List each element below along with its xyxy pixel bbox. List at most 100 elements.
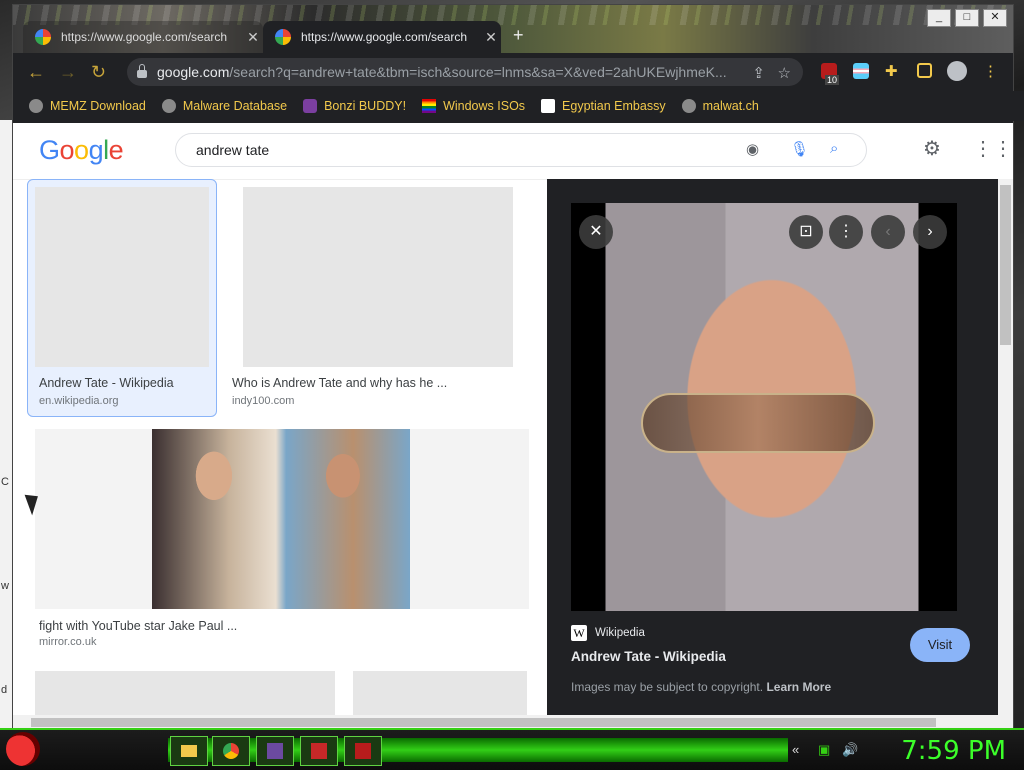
- maximize-button[interactable]: □: [955, 9, 979, 27]
- reload-icon[interactable]: ↻: [91, 62, 106, 83]
- preview-image[interactable]: ✕ ⊡ ⋮ ‹ ›: [571, 203, 957, 611]
- tab-title: https://www.google.com/search: [301, 30, 468, 44]
- new-tab-button[interactable]: +: [513, 25, 524, 46]
- result-source[interactable]: indy100.com: [232, 395, 294, 407]
- preview-site-name: Wikipedia: [595, 627, 645, 639]
- wikipedia-icon: W: [571, 625, 587, 641]
- menu-kebab-icon[interactable]: ⋮: [983, 62, 998, 80]
- result-thumbnail-frame: [35, 429, 529, 609]
- image-result-card[interactable]: Who is Andrew Tate and why has he ... in…: [227, 179, 537, 415]
- more-options-icon[interactable]: ⋮: [829, 215, 863, 249]
- copyright-note: Images may be subject to copyright. Lear…: [571, 680, 957, 694]
- previous-image-icon[interactable]: ‹: [871, 215, 905, 249]
- web-page: Google andrew tate ◉ 🎙 ⌕ ⚙ ⋮⋮ Andrew Tat…: [13, 123, 1013, 729]
- volume-icon[interactable]: 🔊: [842, 742, 858, 758]
- preview-site[interactable]: W Wikipedia: [571, 625, 957, 641]
- app-icon[interactable]: [256, 736, 294, 766]
- next-image-icon[interactable]: ›: [913, 215, 947, 249]
- lock-icon: [137, 64, 147, 78]
- address-bar[interactable]: google.com/search?q=andrew+tate&tbm=isch…: [127, 58, 803, 86]
- google-favicon-icon: [275, 29, 291, 45]
- logo-letter: o: [59, 135, 75, 165]
- minimize-button[interactable]: _: [927, 9, 951, 27]
- result-thumbnail[interactable]: [243, 187, 513, 367]
- result-caption[interactable]: fight with YouTube star Jake Paul ...: [39, 619, 237, 633]
- search-input[interactable]: andrew tate ◉ 🎙 ⌕: [175, 133, 867, 167]
- window-controls: _ □ ✕: [927, 9, 1007, 27]
- result-source[interactable]: mirror.co.uk: [39, 636, 96, 648]
- browser-toolbar: ← → ↻ google.com/search?q=andrew+tate&tb…: [13, 53, 1013, 91]
- logo-letter: G: [39, 135, 60, 165]
- image-result-card[interactable]: Andrew Tate - Wikipedia en.wikipedia.org: [27, 179, 217, 417]
- close-window-button[interactable]: ✕: [983, 9, 1007, 27]
- taskbar-clock[interactable]: 7:59 PM: [901, 736, 1006, 766]
- search-icon[interactable]: ⌕: [830, 140, 838, 157]
- logo-letter: g: [88, 135, 104, 165]
- profile-avatar-icon[interactable]: [947, 61, 967, 81]
- image-result-card[interactable]: fight with YouTube star Jake Paul ... mi…: [33, 429, 533, 649]
- preview-image-detail: [641, 393, 875, 453]
- rainbow-flag-icon: [422, 99, 437, 113]
- visit-button[interactable]: Visit: [910, 628, 970, 662]
- close-preview-icon[interactable]: ✕: [579, 215, 613, 249]
- search-query[interactable]: andrew tate: [196, 142, 269, 158]
- scrollbar-thumb[interactable]: [31, 718, 936, 727]
- result-source[interactable]: en.wikipedia.org: [39, 395, 119, 407]
- bookmark-malware-database[interactable]: Malware Database: [161, 99, 287, 113]
- microphone-icon[interactable]: 🎙: [790, 140, 809, 158]
- globe-icon: [161, 99, 176, 113]
- flash-icon[interactable]: [300, 736, 338, 766]
- tab-close-icon[interactable]: ✕: [243, 29, 263, 46]
- google-favicon-icon: [35, 29, 51, 45]
- globe-icon: [29, 99, 43, 113]
- camera-icon[interactable]: ◉: [746, 140, 759, 158]
- result-caption[interactable]: Who is Andrew Tate and why has he ...: [232, 376, 447, 390]
- browser-window: https://www.google.com/search ✕ https://…: [12, 4, 1024, 730]
- wix-icon: [541, 99, 556, 113]
- bookmark-windows-isos[interactable]: Windows ISOs: [422, 99, 525, 113]
- google-logo[interactable]: Google: [39, 135, 124, 166]
- start-button-icon[interactable]: [6, 732, 40, 766]
- bookmark-egyptian-embassy[interactable]: Egyptian Embassy: [541, 99, 666, 113]
- title-bar: https://www.google.com/search ✕ https://…: [13, 5, 1013, 53]
- globe-icon: [681, 99, 696, 113]
- bonzi-icon: [303, 99, 318, 113]
- preview-title[interactable]: Andrew Tate - Wikipedia: [571, 649, 957, 664]
- back-arrow-icon[interactable]: ←: [27, 62, 45, 83]
- bookmark-malwatch[interactable]: malwat.ch: [681, 99, 759, 113]
- share-icon[interactable]: ⇪: [752, 64, 765, 82]
- acrobat-icon[interactable]: [344, 736, 382, 766]
- lens-search-icon[interactable]: ⊡: [789, 215, 823, 249]
- google-header: Google andrew tate ◉ 🎙 ⌕ ⚙ ⋮⋮: [13, 123, 1013, 180]
- tab-inactive[interactable]: https://www.google.com/search ✕: [23, 21, 263, 53]
- result-thumbnail[interactable]: [35, 187, 209, 367]
- logo-letter: o: [74, 135, 89, 165]
- side-panel-icon[interactable]: [917, 63, 932, 78]
- learn-more-link[interactable]: Learn More: [766, 680, 831, 694]
- bookmark-memz[interactable]: MEMZ Download: [29, 99, 146, 113]
- tab-active[interactable]: https://www.google.com/search ✕: [263, 21, 501, 53]
- scrollbar-thumb[interactable]: [1000, 185, 1011, 345]
- file-explorer-icon[interactable]: [170, 736, 208, 766]
- vertical-scrollbar[interactable]: [998, 179, 1013, 729]
- image-preview-panel: ✕ ⊡ ⋮ ‹ › W Wikipedia Andrew Tate - Wiki…: [547, 179, 998, 729]
- tab-close-icon[interactable]: ✕: [481, 29, 501, 46]
- result-thumbnail[interactable]: [152, 429, 410, 609]
- chrome-icon[interactable]: [212, 736, 250, 766]
- extensions-puzzle-icon[interactable]: ✚: [885, 62, 898, 80]
- flag-extension-icon[interactable]: [853, 63, 869, 79]
- apps-grid-icon[interactable]: ⋮⋮: [973, 136, 1013, 161]
- url-text[interactable]: google.com/search?q=andrew+tate&tbm=isch…: [157, 64, 757, 80]
- settings-gear-icon[interactable]: ⚙: [923, 136, 941, 161]
- horizontal-scrollbar[interactable]: [13, 715, 998, 729]
- bookmarks-bar: MEMZ Download Malware Database Bonzi BUD…: [13, 91, 1024, 121]
- forward-arrow-icon[interactable]: →: [59, 62, 77, 83]
- bookmark-bonzi-buddy[interactable]: Bonzi BUDDY!: [303, 99, 406, 113]
- taskbar: « ▣ 🔊 7:59 PM: [0, 728, 1024, 770]
- tray-chevron-icon[interactable]: «: [792, 742, 799, 757]
- network-icon[interactable]: ▣: [818, 742, 830, 758]
- result-caption[interactable]: Andrew Tate - Wikipedia: [39, 376, 174, 390]
- logo-letter: e: [108, 135, 124, 165]
- desktop-letter: C: [1, 476, 9, 488]
- bookmark-star-icon[interactable]: ☆: [778, 64, 791, 82]
